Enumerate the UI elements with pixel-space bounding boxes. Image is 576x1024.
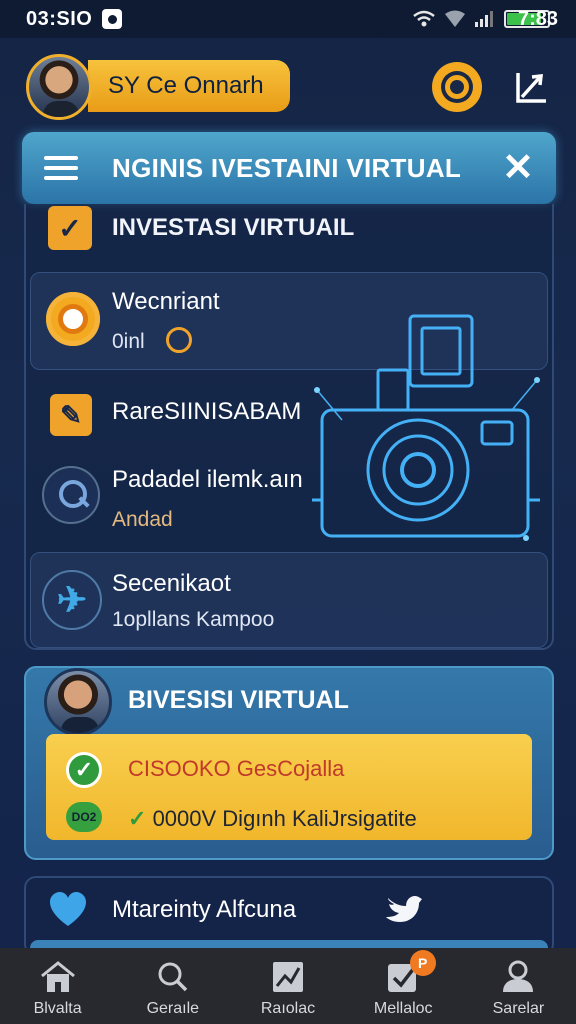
search-icon	[158, 962, 188, 992]
heart-icon	[50, 892, 86, 926]
highlight-line-1: CISOOKO GesCojalla	[128, 756, 345, 781]
menu-icon[interactable]	[44, 156, 78, 180]
highlight-line-2: ✓ 0000V Digınh KaliJrsigatite	[128, 806, 417, 832]
nav-item-search[interactable]: Geraıle	[115, 948, 230, 1024]
list-item-title[interactable]: Padadel ilemk.aın	[112, 466, 303, 494]
status-badge: DO2	[66, 802, 102, 832]
nav-label: Raıolac	[260, 1000, 316, 1017]
nav-label: Sarelar	[492, 1000, 545, 1017]
signal-icon	[474, 11, 493, 27]
trend-icon	[516, 73, 546, 103]
section-title: INVESTASI VIRTUAIL	[112, 214, 355, 241]
stats-button[interactable]	[505, 60, 559, 114]
avatar	[44, 668, 112, 736]
profile-name: SY Ce Onnarh	[108, 72, 264, 99]
nav-item-profile[interactable]: Sarelar	[461, 948, 576, 1024]
check-icon: ✈	[42, 570, 102, 630]
list-item-subtitle: 1opllans Kampoo	[112, 608, 275, 631]
title-bar: NGINIS IVESTAINI VIRTUAL ✕	[22, 132, 556, 204]
wifi-signal-icon	[444, 10, 465, 27]
notification-icon	[102, 9, 123, 29]
nav-item-chart[interactable]: Raıolac	[230, 948, 345, 1024]
checklist-icon: ✓	[48, 206, 92, 250]
battery-time: 7:83	[517, 7, 558, 30]
app-header: SY Ce Onnarh	[0, 50, 576, 126]
nav-label: Blvalta	[33, 1000, 82, 1017]
status-bar: 03:SIO 7:83	[0, 0, 576, 38]
status-time: 03:SIO	[26, 7, 93, 30]
camera-illustration	[312, 314, 540, 541]
nav-label: Geraıle	[146, 1000, 200, 1017]
tick-icon: ✓	[128, 806, 147, 831]
sun-icon	[46, 292, 100, 346]
close-icon[interactable]: ✕	[502, 149, 534, 187]
bird-icon[interactable]	[384, 890, 424, 924]
list-item-subtitle: Andad	[112, 508, 173, 531]
list-item[interactable]	[30, 552, 548, 648]
clock-icon	[166, 327, 192, 353]
follow-title: Mtareinty Alfcuna	[112, 896, 297, 923]
page-title: NGINIS IVESTAINI VIRTUAL	[112, 152, 462, 183]
nav-label: Mellaloc	[373, 1000, 433, 1017]
card-title: BIVESISI VIRTUAL	[128, 686, 349, 714]
highlight-line-2-text: 0000V Digınh KaliJrsigatite	[152, 806, 417, 831]
chart-icon	[273, 962, 303, 992]
list-item-title: Secenikaot	[112, 570, 231, 597]
notification-badge: P	[409, 950, 436, 976]
check-icon: ✓	[66, 752, 102, 788]
list-item-title: Wecnriant	[112, 288, 220, 315]
list-item-subtitle: 0inl	[112, 330, 145, 353]
settings-button[interactable]	[430, 60, 484, 114]
home-icon	[40, 961, 75, 992]
profile-icon	[503, 960, 534, 992]
gear-icon	[432, 62, 482, 112]
search-icon	[42, 466, 100, 524]
avatar[interactable]	[26, 54, 92, 120]
nav-item-home[interactable]: Blvalta	[0, 948, 115, 1024]
list-item-title[interactable]: RareSIINISABAM	[112, 398, 301, 426]
edit-icon: ✎	[50, 394, 92, 436]
wifi-icon	[413, 10, 435, 27]
nav-item-messages[interactable]: P Mellaloc	[346, 948, 461, 1024]
section-header: ✓ INVESTASI VIRTUAIL	[48, 206, 354, 250]
status-icons: 7:83	[412, 8, 558, 31]
bottom-nav: Blvalta Geraıle Raıolac P Mellaloc Sarel…	[0, 948, 576, 1024]
profile-name-button[interactable]: SY Ce Onnarh	[88, 60, 290, 112]
